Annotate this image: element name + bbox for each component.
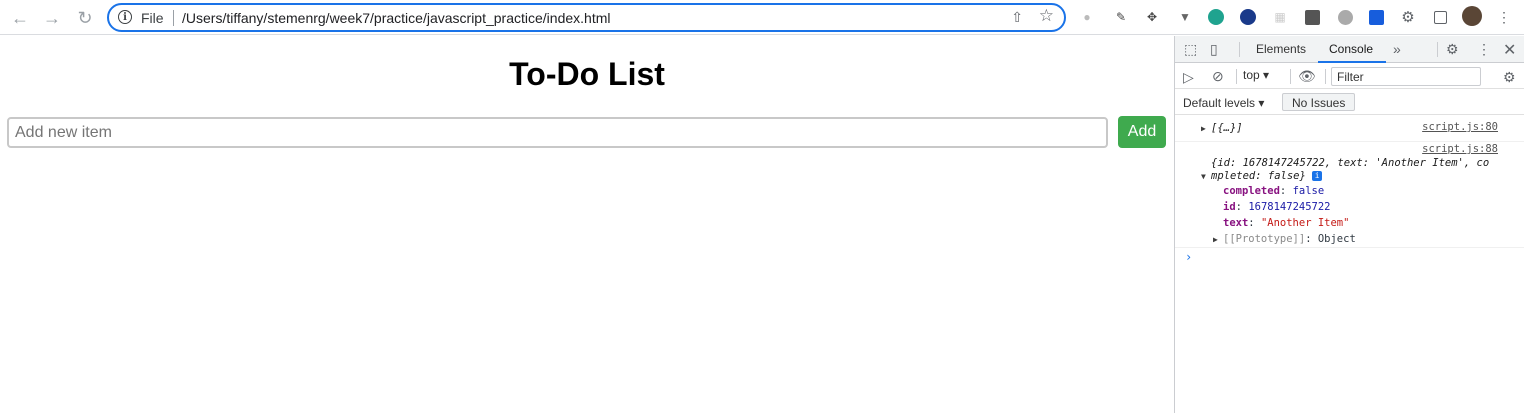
- bitwarden-icon[interactable]: [1367, 8, 1385, 26]
- profile-avatar[interactable]: [1462, 6, 1482, 26]
- context-value: top: [1243, 68, 1260, 82]
- vue-devtools-icon[interactable]: ▼: [1176, 8, 1194, 26]
- active-tab-indicator: [1318, 61, 1386, 63]
- object-preview-line2-text: mpleted: false}: [1211, 170, 1306, 182]
- tabbar-divider: [1239, 42, 1240, 57]
- console-toolbar-divider: [1236, 69, 1237, 84]
- console-prompt[interactable]: ›: [1175, 248, 1524, 268]
- side-panel-icon[interactable]: [1431, 8, 1449, 26]
- bookmark-star-icon[interactable]: ☆: [1039, 6, 1054, 26]
- tab-elements[interactable]: Elements: [1256, 42, 1306, 56]
- property-value: "Another Item": [1260, 217, 1350, 229]
- filter-input[interactable]: Filter: [1331, 67, 1481, 86]
- eyedropper-icon[interactable]: ✎: [1112, 8, 1130, 26]
- back-icon[interactable]: ←: [9, 7, 31, 29]
- address-bar[interactable]: i File /Users/tiffany/stemenrg/week7/pra…: [107, 3, 1066, 32]
- url-separator: [173, 10, 174, 26]
- move-icon[interactable]: ✥: [1143, 8, 1161, 26]
- devtools-tabbar: ⬚ ▯ Elements Console » ⚙ ⋮ ✕: [1175, 36, 1524, 63]
- object-preview-line2[interactable]: mpleted: false} i: [1211, 170, 1323, 182]
- property-key: completed: [1223, 185, 1280, 197]
- console-settings-icon[interactable]: ⚙: [1503, 69, 1516, 86]
- console-toolbar-divider-2: [1290, 69, 1291, 84]
- log-levels-select[interactable]: Default levels ▾: [1183, 96, 1264, 110]
- browser-toolbar: ← → ↻ i File /Users/tiffany/stemenrg/wee…: [0, 0, 1524, 35]
- property-key: text: [1223, 217, 1249, 229]
- info-badge-icon[interactable]: i: [1312, 171, 1323, 181]
- property-row: text: "Another Item": [1223, 217, 1350, 229]
- devtools-menu-icon[interactable]: ⋮: [1477, 41, 1491, 58]
- property-value: Object: [1317, 233, 1356, 245]
- tab-console[interactable]: Console: [1329, 42, 1373, 56]
- inspect-element-icon[interactable]: ⬚: [1184, 41, 1197, 58]
- site-info-icon[interactable]: i: [118, 10, 132, 24]
- property-row: completed: false: [1223, 185, 1325, 197]
- extension-gray-icon[interactable]: ●: [1078, 8, 1096, 26]
- expand-triangle-icon[interactable]: ▶: [1201, 124, 1206, 133]
- forward-icon[interactable]: →: [41, 7, 63, 29]
- context-select[interactable]: top ▾: [1243, 68, 1269, 82]
- reload-icon[interactable]: ↻: [74, 7, 96, 29]
- url-text[interactable]: /Users/tiffany/stemenrg/week7/practice/j…: [182, 10, 610, 26]
- source-link[interactable]: script.js:80: [1422, 121, 1498, 133]
- console-message: ▶ [{…}] script.js:80: [1175, 116, 1524, 142]
- log-levels-label: Default levels: [1183, 96, 1256, 110]
- property-key: id: [1223, 201, 1236, 213]
- new-item-input[interactable]: [7, 117, 1108, 148]
- extension-m-icon[interactable]: [1207, 8, 1225, 26]
- filter-placeholder: Filter: [1337, 70, 1364, 84]
- live-expression-eye-icon[interactable]: 👁: [1298, 68, 1316, 85]
- extension-tb-icon[interactable]: [1303, 8, 1321, 26]
- collapse-triangle-icon[interactable]: ▼: [1201, 172, 1206, 181]
- page-title: To-Do List: [509, 56, 665, 92]
- extension-k-icon[interactable]: [1336, 8, 1354, 26]
- page-viewport: To-Do List Add: [0, 36, 1174, 413]
- extension-grid-icon[interactable]: ▦: [1271, 8, 1289, 26]
- property-value: 1678147245722: [1248, 201, 1331, 213]
- devtools-panel: ⬚ ▯ Elements Console » ⚙ ⋮ ✕ ▷ ⊘ top ▾ 👁…: [1174, 36, 1524, 413]
- object-preview-line1[interactable]: {id: 1678147245722, text: 'Another Item'…: [1211, 157, 1489, 169]
- source-link[interactable]: script.js:88: [1422, 143, 1498, 155]
- expand-triangle-icon[interactable]: ▶: [1213, 235, 1218, 244]
- property-row[interactable]: [[Prototype]]: Object: [1223, 233, 1356, 245]
- prompt-chevron-icon: ›: [1185, 250, 1193, 264]
- share-icon[interactable]: ⇧: [1011, 9, 1023, 26]
- sidebar-toggle-icon[interactable]: ▷: [1183, 69, 1194, 86]
- console-output: ▶ [{…}] script.js:80 script.js:88 {id: 1…: [1175, 116, 1524, 413]
- extensions-puzzle-icon[interactable]: ⚙: [1399, 8, 1417, 26]
- url-scheme: File: [141, 10, 164, 26]
- console-message: script.js:88 {id: 1678147245722, text: '…: [1175, 142, 1524, 248]
- tabbar-divider-2: [1437, 42, 1438, 57]
- extension-play-icon[interactable]: [1239, 8, 1257, 26]
- close-devtools-icon[interactable]: ✕: [1503, 40, 1516, 60]
- console-toolbar-divider-3: [1325, 69, 1326, 84]
- issues-button[interactable]: No Issues: [1282, 93, 1356, 111]
- property-value: false: [1292, 185, 1325, 197]
- array-preview[interactable]: [{…}]: [1211, 122, 1243, 134]
- device-toolbar-icon[interactable]: ▯: [1210, 41, 1218, 58]
- clear-console-icon[interactable]: ⊘: [1212, 68, 1224, 85]
- browser-menu-icon[interactable]: ⋮: [1495, 8, 1513, 26]
- property-row: id: 1678147245722: [1223, 201, 1331, 213]
- add-button[interactable]: Add: [1118, 116, 1166, 148]
- property-key: [[Prototype]]: [1223, 233, 1306, 245]
- console-toolbar: ▷ ⊘ top ▾ 👁 Filter ⚙: [1175, 64, 1524, 89]
- more-tabs-icon[interactable]: »: [1393, 41, 1401, 57]
- levels-toolbar: Default levels ▾ No Issues: [1175, 90, 1524, 115]
- settings-gear-icon[interactable]: ⚙: [1446, 41, 1459, 58]
